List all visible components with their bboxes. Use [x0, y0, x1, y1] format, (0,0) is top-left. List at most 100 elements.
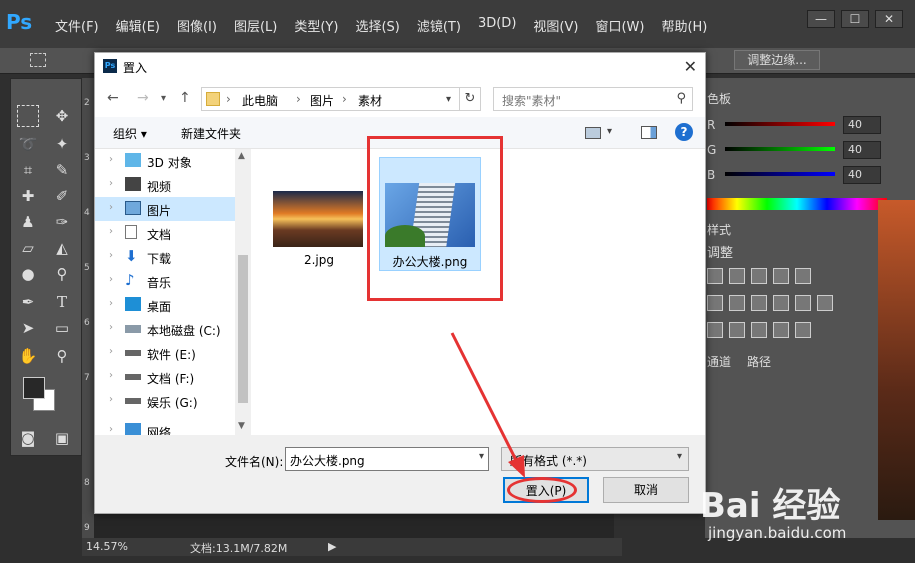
nav-scrollbar[interactable]: ▲ ▼: [235, 149, 251, 435]
close-window-button[interactable]: ✕: [875, 10, 903, 28]
type-tool-icon[interactable]: T: [51, 291, 73, 313]
crop-tool-icon[interactable]: ⌗: [17, 159, 39, 181]
file-item-2jpg[interactable]: 2.jpg: [273, 191, 365, 267]
menu-view[interactable]: 视图(V): [533, 16, 578, 35]
bw-icon[interactable]: [751, 295, 767, 311]
chevron-down-icon[interactable]: ▾: [479, 451, 484, 462]
move-tool-icon[interactable]: ✥: [51, 105, 73, 127]
filename-input[interactable]: 办公大楼.png ▾: [285, 447, 489, 471]
brush-tool-icon[interactable]: ✐: [51, 185, 73, 207]
threshold-icon[interactable]: [751, 322, 767, 338]
view-dropdown-icon[interactable]: ▾: [607, 126, 612, 137]
address-dropdown-icon[interactable]: ▾: [446, 94, 451, 105]
expand-chevron-icon[interactable]: ›: [109, 154, 113, 165]
scroll-down-icon[interactable]: ▼: [238, 421, 245, 431]
preview-pane-icon[interactable]: [641, 126, 657, 139]
marquee-option-icon[interactable]: [30, 53, 46, 67]
hue-icon[interactable]: [707, 295, 723, 311]
selective-color-icon[interactable]: [773, 322, 789, 338]
marquee-tool-icon[interactable]: [17, 105, 39, 127]
refresh-icon[interactable]: ↻: [459, 87, 481, 111]
history-brush-icon[interactable]: ✑: [51, 211, 73, 233]
posterize-icon[interactable]: [729, 322, 745, 338]
nav-item-music[interactable]: › ♪ 音乐: [95, 269, 235, 293]
file-type-select[interactable]: 所有格式 (*.*) ▾: [501, 447, 689, 471]
brightness-icon[interactable]: [707, 268, 723, 284]
nav-item-videos[interactable]: › 视频: [95, 173, 235, 197]
expand-chevron-icon[interactable]: ›: [109, 250, 113, 261]
nav-item-drive-e[interactable]: › 软件 (E:): [95, 341, 235, 365]
healing-brush-icon[interactable]: ✚: [17, 185, 39, 207]
breadcrumb-pictures[interactable]: 图片: [310, 92, 334, 109]
refine-edge-button[interactable]: 调整边缘...: [734, 50, 820, 70]
nav-item-downloads[interactable]: › ⬇ 下载: [95, 245, 235, 269]
green-slider[interactable]: [725, 147, 835, 151]
view-options-icon[interactable]: [585, 127, 601, 139]
exposure-icon[interactable]: [773, 268, 789, 284]
zoom-level[interactable]: 14.57%: [86, 540, 128, 553]
lookup-icon[interactable]: [817, 295, 833, 311]
close-icon[interactable]: ✕: [684, 57, 697, 76]
quick-mask-icon[interactable]: ◙: [17, 427, 39, 449]
screen-mode-icon[interactable]: ▣: [51, 427, 73, 449]
vibrance-icon[interactable]: [795, 268, 811, 284]
expand-chevron-icon[interactable]: ›: [109, 298, 113, 309]
curves-icon[interactable]: [751, 268, 767, 284]
nav-item-3d-objects[interactable]: › 3D 对象: [95, 149, 235, 173]
nav-item-drive-g[interactable]: › 娱乐 (G:): [95, 389, 235, 413]
menu-image[interactable]: 图像(I): [177, 16, 217, 35]
expand-chevron-icon[interactable]: ›: [109, 274, 113, 285]
foreground-color-swatch[interactable]: [23, 377, 45, 399]
new-folder-button[interactable]: 新建文件夹: [181, 125, 241, 142]
red-slider[interactable]: [725, 122, 835, 126]
green-value[interactable]: 40: [843, 141, 881, 159]
menu-type[interactable]: 类型(Y): [294, 16, 338, 35]
menu-3d[interactable]: 3D(D): [478, 16, 516, 35]
balance-icon[interactable]: [729, 295, 745, 311]
invert-icon[interactable]: [707, 322, 723, 338]
color-spectrum[interactable]: [707, 198, 887, 210]
stamp-tool-icon[interactable]: ♟: [17, 211, 39, 233]
lasso-tool-icon[interactable]: ➰: [17, 133, 39, 155]
channels-tab[interactable]: 通道: [707, 353, 731, 370]
magic-wand-icon[interactable]: ✦: [51, 133, 73, 155]
expand-chevron-icon[interactable]: ›: [109, 322, 113, 333]
gradient-map-icon[interactable]: [795, 322, 811, 338]
expand-chevron-icon[interactable]: ›: [109, 424, 113, 435]
breadcrumb-this-pc[interactable]: 此电脑: [242, 92, 278, 109]
nav-item-desktop[interactable]: › 桌面: [95, 293, 235, 317]
nav-item-documents[interactable]: › 文档: [95, 221, 235, 245]
photo-filter-icon[interactable]: [773, 295, 789, 311]
chevron-down-icon[interactable]: ▾: [677, 451, 682, 462]
up-arrow-icon[interactable]: ↑: [179, 90, 191, 106]
scroll-up-icon[interactable]: ▲: [238, 151, 245, 161]
nav-item-pictures[interactable]: › 图片: [95, 197, 235, 221]
pen-tool-icon[interactable]: ✒: [17, 291, 39, 313]
swatches-tab[interactable]: 色板: [707, 90, 731, 107]
forward-arrow-icon[interactable]: →: [137, 90, 149, 106]
nav-item-drive-c[interactable]: › 本地磁盘 (C:): [95, 317, 235, 341]
breadcrumb-materials[interactable]: 素材: [358, 92, 382, 109]
red-value[interactable]: 40: [843, 116, 881, 134]
cancel-button[interactable]: 取消: [603, 477, 689, 503]
minimize-button[interactable]: —: [807, 10, 835, 28]
dodge-tool-icon[interactable]: ⚲: [51, 263, 73, 285]
styles-tab[interactable]: 样式: [707, 221, 731, 238]
paint-bucket-icon[interactable]: ◭: [51, 237, 73, 259]
expand-chevron-icon[interactable]: ›: [109, 226, 113, 237]
help-icon[interactable]: ?: [675, 123, 693, 141]
address-bar[interactable]: › 此电脑 › 图片 › 素材 ▾: [201, 87, 481, 111]
blur-tool-icon[interactable]: ●: [17, 263, 39, 285]
menu-filter[interactable]: 滤镜(T): [417, 16, 461, 35]
expand-chevron-icon[interactable]: ›: [109, 346, 113, 357]
menu-select[interactable]: 选择(S): [355, 16, 399, 35]
menu-file[interactable]: 文件(F): [55, 16, 99, 35]
scroll-thumb[interactable]: [238, 255, 248, 403]
mixer-icon[interactable]: [795, 295, 811, 311]
back-arrow-icon[interactable]: ←: [107, 90, 119, 106]
menu-help[interactable]: 帮助(H): [661, 16, 707, 35]
eraser-tool-icon[interactable]: ▱: [17, 237, 39, 259]
status-arrow-icon[interactable]: ▶: [328, 540, 336, 553]
blue-value[interactable]: 40: [843, 166, 881, 184]
search-box[interactable]: 搜索"素材" ⚲: [493, 87, 693, 111]
